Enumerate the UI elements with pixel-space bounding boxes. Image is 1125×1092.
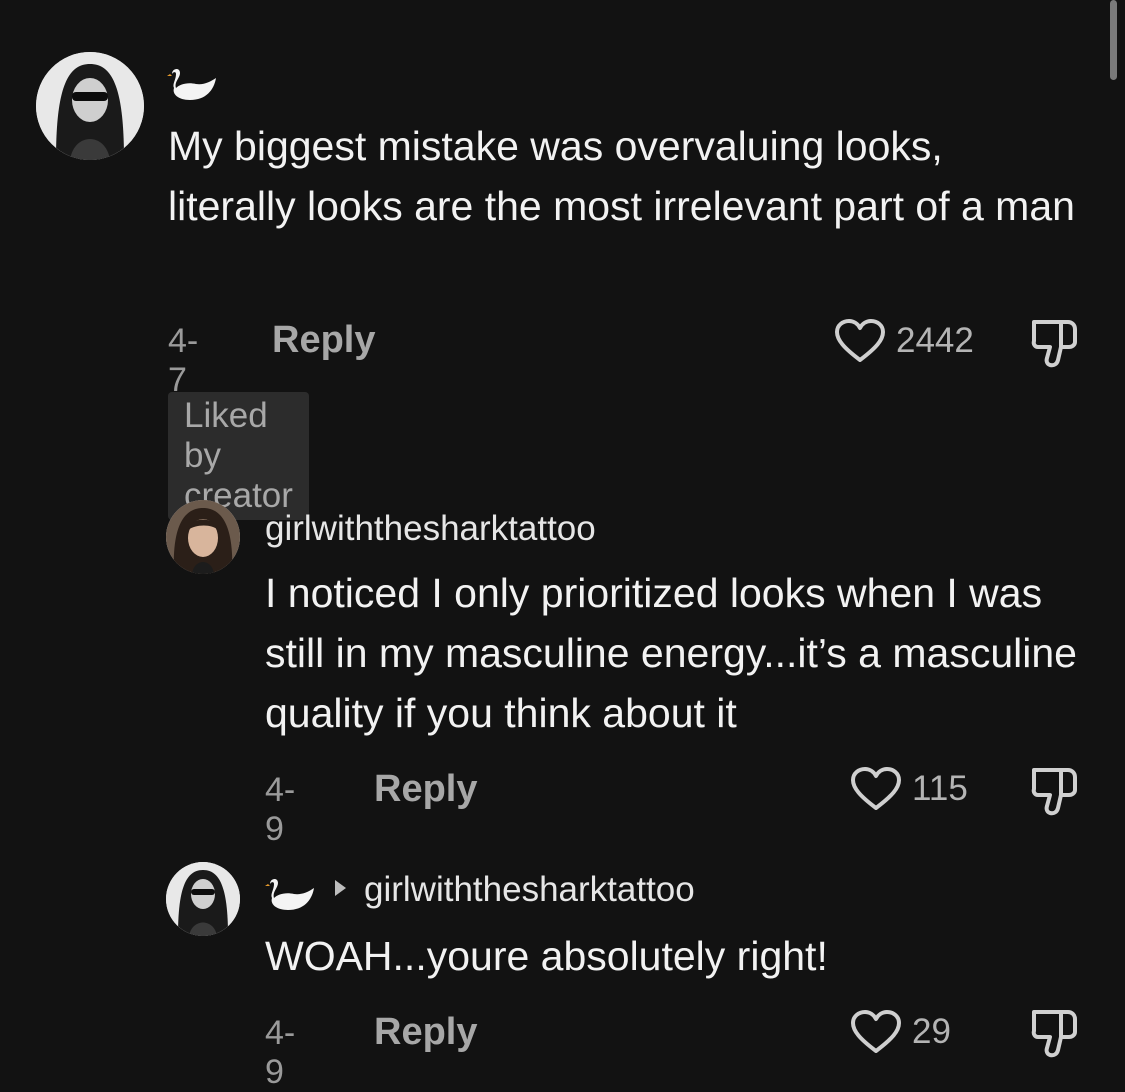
scrollbar[interactable] bbox=[1110, 0, 1117, 80]
heart-icon bbox=[851, 1010, 901, 1053]
avatar[interactable] bbox=[36, 52, 144, 160]
swan-icon bbox=[265, 878, 314, 910]
comment-text: WOAH...youre absolutely right! bbox=[265, 933, 828, 979]
like-count: 29 bbox=[912, 1012, 951, 1051]
comment-date: 4-9 bbox=[265, 771, 296, 848]
swan-icon bbox=[167, 68, 216, 100]
comment-date: 4-7 bbox=[168, 322, 199, 399]
replying-to-username[interactable]: girlwiththesharktattoo bbox=[364, 870, 695, 910]
reply-button[interactable]: Reply bbox=[374, 768, 477, 811]
liked-by-creator-badge: Liked by creator bbox=[168, 392, 309, 520]
dislike-icon[interactable] bbox=[1028, 766, 1080, 818]
like-button[interactable]: 2442 bbox=[834, 318, 974, 364]
avatar[interactable] bbox=[166, 500, 240, 574]
comment-date: 4-9 bbox=[265, 1014, 296, 1091]
comment-text: I noticed I only prioritized looks when … bbox=[265, 570, 1077, 736]
username[interactable]: girlwiththesharktattoo bbox=[265, 509, 596, 549]
reply-to-arrow-icon bbox=[335, 880, 346, 896]
like-count: 2442 bbox=[896, 321, 974, 360]
reply-button[interactable]: Reply bbox=[374, 1011, 477, 1054]
heart-icon bbox=[835, 319, 885, 362]
like-count: 115 bbox=[912, 769, 968, 808]
reply-button[interactable]: Reply bbox=[272, 319, 375, 362]
avatar[interactable] bbox=[166, 862, 240, 936]
dislike-icon[interactable] bbox=[1028, 318, 1080, 370]
like-button[interactable]: 115 bbox=[850, 766, 968, 812]
comment-text: My biggest mistake was overvaluing looks… bbox=[168, 123, 1075, 229]
like-button[interactable]: 29 bbox=[850, 1009, 951, 1055]
heart-icon bbox=[851, 767, 901, 810]
dislike-icon[interactable] bbox=[1028, 1008, 1080, 1060]
